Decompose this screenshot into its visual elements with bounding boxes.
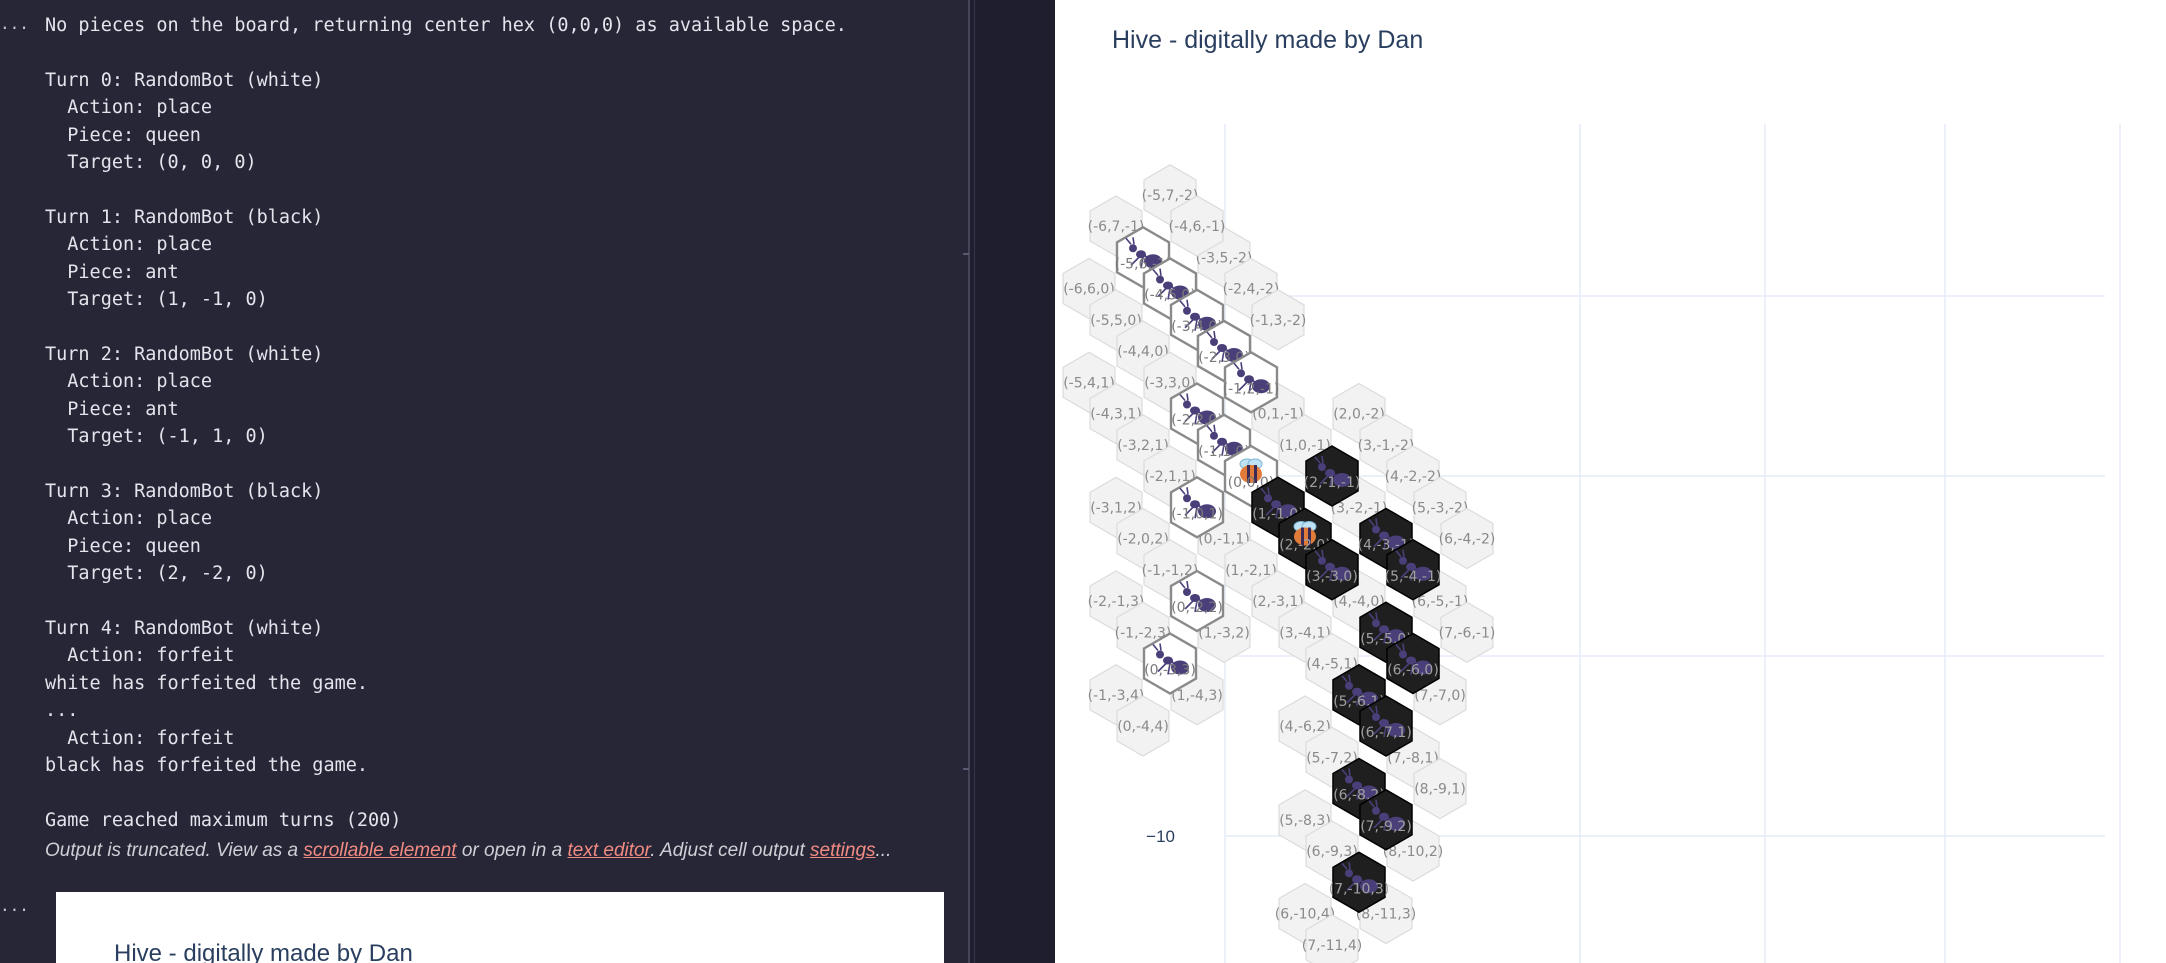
log-line: Action: place — [45, 97, 213, 119]
pane-divider[interactable] — [968, 0, 970, 963]
log-line: Action: place — [45, 234, 213, 256]
text-editor-link[interactable]: text editor — [567, 840, 650, 861]
divider-marker — [963, 768, 969, 770]
hex-label: (8,-9,1) — [1414, 782, 1466, 798]
cell-collapse-ellipsis-2[interactable]: ... — [0, 896, 29, 915]
hex-label: (7,-7,0) — [1414, 688, 1466, 704]
hex-label: (6,-4,-2) — [1439, 532, 1496, 548]
divider-marker — [963, 253, 969, 255]
scrollable-element-link[interactable]: scrollable element — [303, 840, 456, 861]
game-log-output: No pieces on the board, returning center… — [45, 12, 847, 834]
secondary-plot-title: Hive - digitally made by Dan — [114, 940, 413, 963]
log-line: Turn 0: RandomBot (white) — [45, 69, 324, 91]
log-line: Action: forfeit — [45, 727, 235, 749]
log-line: Target: (1, -1, 0) — [45, 289, 268, 311]
log-line: Piece: queen — [45, 124, 201, 146]
secondary-plot-output: Hive - digitally made by Dan — [56, 892, 944, 963]
hex-label: (0,-2,2) — [1171, 600, 1223, 616]
hive-plot-panel: Hive - digitally made by Dan 50−5−10 (-5… — [1055, 0, 2166, 963]
hex-label: (-4,6,-1) — [1169, 219, 1226, 235]
log-line: Action: place — [45, 371, 213, 393]
log-line: Turn 1: RandomBot (black) — [45, 206, 324, 228]
truncation-middle2: . Adjust cell output — [650, 840, 811, 861]
hex-label: (7,-9,2) — [1360, 819, 1412, 835]
hex-label: (-1,0,1) — [1171, 506, 1223, 522]
hex-label: (0,-3,3) — [1144, 663, 1196, 679]
settings-link[interactable]: settings — [810, 840, 875, 861]
hex-label: (5,-4,-1) — [1385, 569, 1442, 585]
log-line: Target: (0, 0, 0) — [45, 152, 257, 174]
hex-label: (7,-11,4) — [1302, 938, 1363, 954]
hex-label: (2,-1,-1) — [1304, 475, 1361, 491]
cell-collapse-ellipsis[interactable]: ... — [0, 14, 29, 33]
hex-label: (1,-4,3) — [1171, 688, 1223, 704]
log-line: No pieces on the board, returning center… — [45, 15, 847, 36]
editor-gutter — [975, 0, 1055, 963]
log-line: Piece: ant — [45, 261, 179, 283]
hex-label: (6,-7,1) — [1360, 725, 1412, 741]
log-line: Piece: ant — [45, 398, 179, 420]
log-line: Game reached maximum turns (200) — [45, 809, 402, 831]
hex-label: (0,-4,4) — [1117, 719, 1169, 735]
log-line: Turn 3: RandomBot (black) — [45, 480, 324, 502]
log-line: ... — [45, 700, 79, 722]
log-line: Piece: queen — [45, 535, 201, 557]
hex-label: (7,-6,-1) — [1439, 625, 1496, 641]
log-line: Target: (-1, 1, 0) — [45, 426, 268, 448]
hex-label: (7,-10,3) — [1329, 881, 1390, 897]
log-line: Action: forfeit — [45, 645, 235, 667]
log-line: Action: place — [45, 508, 213, 530]
hive-board-chart[interactable]: 50−5−10 (-5,7,-2)(-6,7,-1)(-4,6,-2)(-6,6… — [1055, 0, 2166, 963]
log-line: Turn 4: RandomBot (white) — [45, 617, 324, 639]
truncation-suffix: ... — [875, 840, 892, 861]
hex-label: (6,-6,0) — [1387, 663, 1439, 679]
log-line: white has forfeited the game. — [45, 672, 369, 694]
truncation-notice: Output is truncated. View as a scrollabl… — [45, 840, 891, 862]
log-line: Target: (2, -2, 0) — [45, 563, 268, 585]
hex-label: (3,-3,0) — [1306, 569, 1358, 585]
log-line: black has forfeited the game. — [45, 754, 369, 776]
hex-label: (-1,2,-1) — [1223, 381, 1280, 397]
hex-label: (1,-3,2) — [1198, 625, 1250, 641]
truncation-middle: or open in a — [456, 840, 568, 861]
y-tick-label: −10 — [1146, 827, 1175, 846]
hex-label: (-1,3,-2) — [1250, 313, 1307, 329]
truncation-prefix: Output is truncated. View as a — [45, 840, 304, 861]
log-line: Turn 2: RandomBot (white) — [45, 343, 324, 365]
notebook-output-pane: ... No pieces on the board, returning ce… — [0, 0, 968, 963]
